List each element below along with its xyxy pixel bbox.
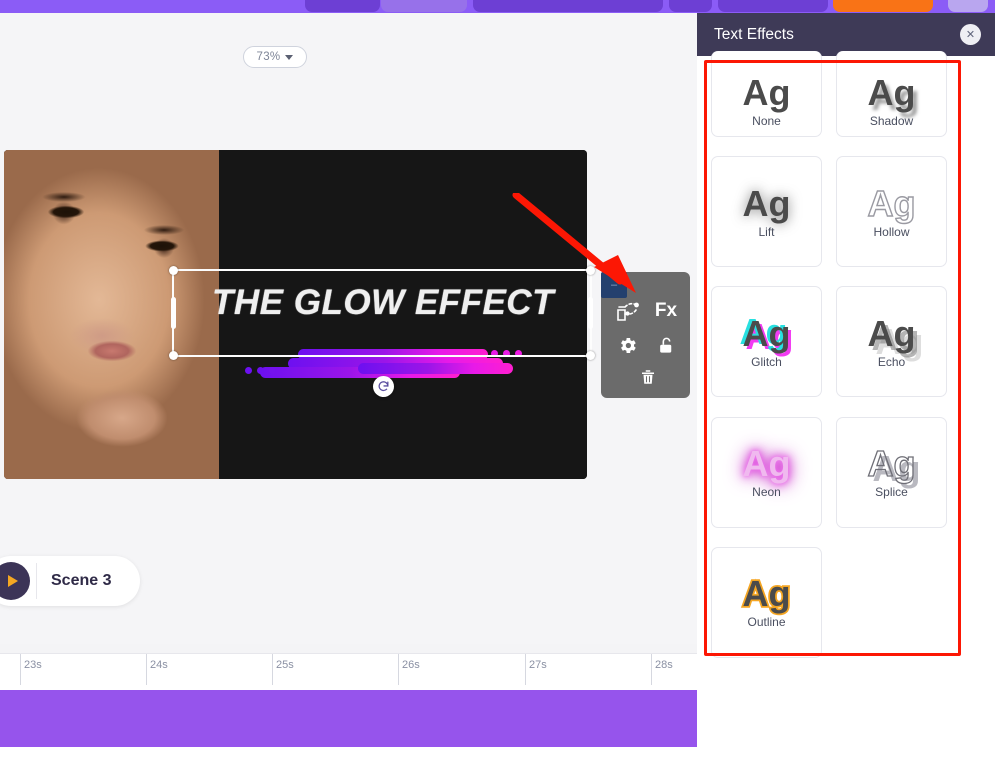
text-effect-card-outline[interactable]: Ag Outline (711, 546, 822, 658)
ruler-tick: 23s (20, 654, 42, 686)
ruler-tick-label: 26s (402, 659, 420, 671)
text-effect-card-splice[interactable]: Ag Splice (836, 416, 947, 528)
chevron-down-icon (285, 54, 294, 60)
text-effect-sample: Ag (742, 182, 791, 224)
rotate-icon[interactable] (373, 376, 394, 397)
text-effect-label: Shadow (869, 114, 914, 128)
resize-handle-top-left[interactable] (169, 266, 178, 275)
play-icon[interactable] (0, 562, 30, 600)
text-effect-sample: Ag (867, 182, 916, 224)
toolbar-button-4[interactable] (669, 0, 712, 12)
scene-label: Scene 3 (51, 572, 112, 589)
text-effect-card-shadow[interactable]: Ag Shadow (836, 51, 947, 137)
resize-handle-bottom-right[interactable] (586, 351, 595, 360)
annotation-arrow (512, 193, 636, 293)
ruler-tick: 25s (272, 654, 294, 686)
text-effects-grid: Ag None Ag Shadow Ag Lift Ag Hollow Ag Glitch Ag Ec… (711, 51, 981, 663)
text-effect-sample: Ag (742, 72, 791, 114)
toolbar-button-1[interactable] (305, 0, 380, 12)
toolbar-button-avatar[interactable] (948, 0, 988, 12)
text-effect-card-neon[interactable]: Ag Neon (711, 416, 822, 528)
text-effect-card-lift[interactable]: Ag Lift (711, 156, 822, 268)
divider (36, 563, 37, 599)
panel-title: Text Effects (714, 25, 794, 43)
unlock-icon[interactable] (647, 330, 685, 360)
text-effect-card-none[interactable]: Ag None (711, 51, 822, 137)
text-effect-label: Echo (877, 354, 906, 369)
text-effect-sample: Ag (741, 573, 793, 615)
text-effects-panel: Text Effects ✕ Ag None Ag Shadow Ag Lift Ag Hol… (697, 13, 995, 766)
trash-icon[interactable] (631, 362, 665, 392)
ruler-tick: 28s (651, 654, 673, 686)
toolbar-button-3[interactable] (473, 0, 663, 12)
text-effect-label: Splice (875, 484, 908, 499)
text-effect-sample: Ag (867, 72, 916, 114)
text-effect-card-glitch[interactable]: Ag Glitch (711, 286, 822, 398)
text-effect-label: Lift (758, 224, 775, 239)
editor-stage: 73% THE GLOW EFFECT Fx – (0, 13, 700, 551)
toolbar-button-5[interactable] (718, 0, 828, 12)
ruler-tick: 26s (398, 654, 420, 686)
ruler-tick: 24s (146, 654, 168, 686)
ruler-tick-label: 25s (276, 659, 294, 671)
ruler-tick-label: 27s (529, 659, 547, 671)
toolbar-button-export[interactable] (833, 0, 933, 12)
close-icon[interactable]: ✕ (960, 24, 981, 45)
text-effect-label: Hollow (873, 224, 910, 239)
text-effect-card-hollow[interactable]: Ag Hollow (836, 156, 947, 268)
resize-handle-left[interactable] (171, 297, 176, 329)
gear-icon[interactable] (608, 330, 646, 360)
text-effect-sample: Ag (867, 443, 916, 485)
smear-dot (269, 367, 276, 374)
ruler-tick-label: 24s (150, 659, 168, 671)
text-effect-label: Neon (752, 484, 781, 499)
text-effect-label: None (752, 114, 781, 128)
canvas-zoom-selector[interactable]: 73% (243, 46, 307, 68)
text-effect-label: Outline (747, 615, 786, 630)
ruler-tick: 27s (525, 654, 547, 686)
text-effect-sample: Ag (867, 312, 916, 354)
app-top-toolbar (0, 0, 995, 13)
toolbar-button-2[interactable] (381, 0, 467, 12)
resize-handle-bottom-left[interactable] (169, 351, 178, 360)
canvas-zoom-value: 73% (256, 51, 281, 63)
text-effect-card-echo[interactable]: Ag Echo (836, 286, 947, 398)
smear-bar (358, 363, 513, 374)
ruler-tick-label: 28s (655, 659, 673, 671)
scene-chip[interactable]: Scene 3 (0, 556, 140, 606)
video-editor-app: 73% THE GLOW EFFECT Fx – Scene 3 23s 24s… (0, 0, 995, 766)
text-effect-label: Glitch (751, 354, 782, 369)
scene-bottom-bar: Scene 3 [00:20] 01:00 (0, 551, 700, 644)
smear-dot (245, 367, 252, 374)
panel-header: Text Effects ✕ (697, 13, 995, 56)
text-effect-sample: Ag (742, 312, 791, 354)
ruler-tick-label: 23s (24, 659, 42, 671)
smear-dot (257, 367, 264, 374)
text-effect-sample: Ag (742, 443, 791, 485)
